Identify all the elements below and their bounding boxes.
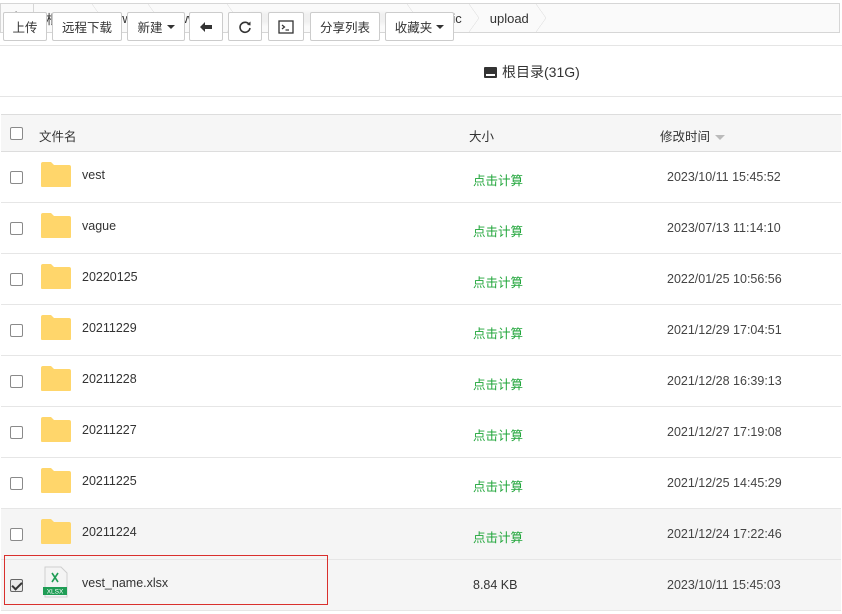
table-row[interactable]: 20220125 点击计算 2022/01/25 10:56:56 bbox=[1, 254, 841, 305]
table-row[interactable]: vague 点击计算 2023/07/13 11:14:10 bbox=[1, 203, 841, 254]
modified-time: 2021/12/25 14:45:29 bbox=[667, 476, 782, 490]
folder-icon bbox=[41, 264, 71, 289]
folder-icon bbox=[41, 162, 71, 187]
upload-button[interactable]: 上传 bbox=[3, 12, 47, 41]
file-name-link[interactable]: 20220125 bbox=[82, 270, 138, 284]
row-checkbox[interactable] bbox=[10, 477, 23, 490]
calculate-size-link[interactable]: 点击计算 bbox=[473, 170, 523, 189]
disk-selector[interactable]: 根目录(31G) bbox=[484, 62, 580, 82]
breadcrumb-item-upload[interactable]: upload bbox=[478, 4, 546, 32]
folder-icon bbox=[41, 213, 71, 238]
folder-icon bbox=[41, 519, 71, 544]
folder-icon bbox=[41, 366, 71, 391]
folder-icon bbox=[41, 417, 71, 442]
modified-time: 2021/12/29 17:04:51 bbox=[667, 323, 782, 337]
folder-icon bbox=[41, 315, 71, 340]
column-header-mtime[interactable]: 修改时间 bbox=[660, 126, 726, 145]
arrow-left-icon bbox=[200, 21, 212, 32]
modified-time: 2023/07/13 11:14:10 bbox=[667, 221, 781, 235]
new-dropdown-button[interactable]: 新建 bbox=[127, 12, 185, 41]
file-name-link[interactable]: vest bbox=[82, 168, 105, 182]
remote-download-button[interactable]: 远程下载 bbox=[52, 12, 122, 41]
terminal-button[interactable] bbox=[268, 12, 304, 41]
modified-time: 2021/12/28 16:39:13 bbox=[667, 374, 782, 388]
modified-time: 2021/12/24 17:22:46 bbox=[667, 527, 782, 541]
share-list-button[interactable]: 分享列表 bbox=[310, 12, 380, 41]
sort-caret-icon bbox=[715, 135, 726, 141]
table-header: 文件名 大小 修改时间 bbox=[1, 114, 841, 152]
row-checkbox[interactable] bbox=[10, 375, 23, 388]
table-row[interactable]: vest 点击计算 2023/10/11 15:45:52 bbox=[1, 152, 841, 203]
file-name-link[interactable]: 20211228 bbox=[82, 372, 137, 386]
file-name-link[interactable]: vague bbox=[82, 219, 116, 233]
row-checkbox[interactable] bbox=[10, 426, 23, 439]
table-row[interactable]: 20211225 点击计算 2021/12/25 14:45:29 bbox=[1, 458, 841, 509]
refresh-icon bbox=[239, 20, 251, 33]
selection-highlight bbox=[4, 555, 328, 605]
file-table: 文件名 大小 修改时间 vest 点击计算 2023/10/11 15:45:52 v… bbox=[1, 114, 841, 611]
calculate-size-link[interactable]: 点击计算 bbox=[473, 527, 523, 546]
row-checkbox[interactable] bbox=[10, 528, 23, 541]
modified-time: 2023/10/11 15:45:03 bbox=[667, 578, 781, 592]
row-checkbox[interactable] bbox=[10, 171, 23, 184]
modified-time: 2022/01/25 10:56:56 bbox=[667, 272, 782, 286]
favorites-dropdown-button[interactable]: 收藏夹 bbox=[385, 12, 454, 41]
table-body: vest 点击计算 2023/10/11 15:45:52 vague 点击计算 2023… bbox=[1, 152, 841, 611]
calculate-size-link[interactable]: 点击计算 bbox=[473, 323, 523, 342]
refresh-button[interactable] bbox=[228, 12, 262, 41]
calculate-size-link[interactable]: 点击计算 bbox=[473, 272, 523, 291]
column-header-name[interactable]: 文件名 bbox=[39, 126, 77, 145]
calculate-size-link[interactable]: 点击计算 bbox=[473, 374, 523, 393]
toolbar bbox=[0, 45, 842, 97]
file-name-link[interactable]: 20211229 bbox=[82, 321, 137, 335]
caret-down-icon bbox=[166, 24, 175, 29]
folder-icon bbox=[41, 468, 71, 493]
modified-time: 2021/12/27 17:19:08 bbox=[667, 425, 782, 439]
calculate-size-link[interactable]: 点击计算 bbox=[473, 221, 523, 240]
terminal-icon bbox=[278, 19, 294, 34]
row-checkbox[interactable] bbox=[10, 324, 23, 337]
row-checkbox[interactable] bbox=[10, 222, 23, 235]
select-all-checkbox[interactable] bbox=[10, 127, 23, 140]
back-button[interactable] bbox=[189, 12, 223, 41]
calculate-size-link[interactable]: 点击计算 bbox=[473, 425, 523, 444]
file-name-link[interactable]: 20211227 bbox=[82, 423, 137, 437]
row-checkbox[interactable] bbox=[10, 273, 23, 286]
hard-drive-icon bbox=[484, 66, 497, 78]
table-row[interactable]: 20211228 点击计算 2021/12/28 16:39:13 bbox=[1, 356, 841, 407]
table-row[interactable]: 20211229 点击计算 2021/12/29 17:04:51 bbox=[1, 305, 841, 356]
table-row[interactable]: 20211227 点击计算 2021/12/27 17:19:08 bbox=[1, 407, 841, 458]
file-name-link[interactable]: 20211225 bbox=[82, 474, 137, 488]
table-row[interactable]: 20211224 点击计算 2021/12/24 17:22:46 bbox=[1, 509, 841, 560]
calculate-size-link[interactable]: 点击计算 bbox=[473, 476, 523, 495]
file-size: 8.84 KB bbox=[473, 578, 518, 592]
caret-down-icon bbox=[436, 24, 445, 29]
column-header-size[interactable]: 大小 bbox=[469, 126, 494, 145]
file-name-link[interactable]: 20211224 bbox=[82, 525, 137, 539]
modified-time: 2023/10/11 15:45:52 bbox=[667, 170, 781, 184]
